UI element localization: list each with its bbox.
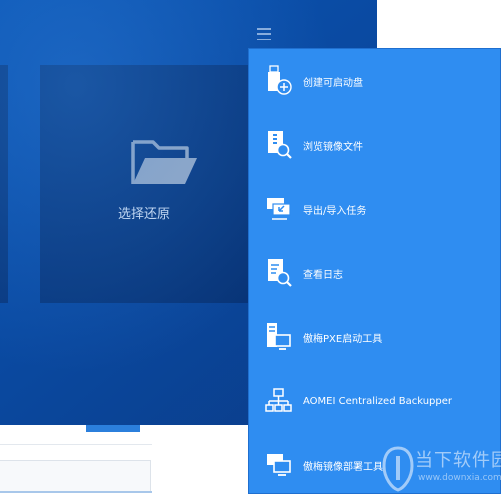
menu-item-label: 傲梅镜像部署工具 (303, 461, 383, 473)
field-underline (0, 491, 152, 493)
menu-item-browse-image[interactable]: 浏览镜像文件 (249, 125, 500, 165)
partial-button[interactable] (86, 425, 140, 432)
tile-partial-left[interactable] (0, 65, 8, 303)
folder-open-icon (131, 140, 197, 184)
menu-item-label: AOMEI Centralized Backupper (303, 395, 452, 407)
menu-item-pxe-boot-tool[interactable]: 傲梅PXE启动工具 (249, 317, 500, 357)
menu-toggle-icon[interactable] (257, 28, 271, 40)
network-topology-icon (265, 388, 292, 412)
view-log-icon (268, 259, 292, 287)
menu-item-label: 浏览镜像文件 (303, 141, 363, 153)
restore-tile-label: 选择还原 (117, 207, 170, 222)
tools-dropdown-menu: 创建可启动盘 浏览镜像文件 导出/导入任务 查看日志 傲梅PXE启动工具 AOM… (248, 48, 501, 494)
watermark-logo-icon (382, 446, 414, 492)
usb-drive-add-icon (268, 65, 292, 95)
pxe-boot-tool-icon (267, 323, 291, 350)
site-watermark: 当下软件园 www.downxia.com (378, 440, 504, 497)
browse-image-file-icon (268, 131, 292, 159)
restore-tile[interactable]: 选择还原 (40, 65, 248, 303)
divider (0, 444, 152, 445)
image-deploy-tool-icon (267, 454, 291, 476)
watermark-url: www.downxia.com (418, 473, 502, 483)
menu-item-view-log[interactable]: 查看日志 (249, 253, 500, 293)
export-import-task-icon (267, 198, 291, 220)
menu-item-create-bootable-media[interactable]: 创建可启动盘 (249, 61, 500, 101)
input-field[interactable] (0, 460, 151, 492)
menu-item-label: 创建可启动盘 (303, 77, 363, 89)
menu-item-export-import-task[interactable]: 导出/导入任务 (249, 189, 500, 229)
menu-item-label: 导出/导入任务 (303, 205, 367, 217)
menu-item-label: 傲梅PXE启动工具 (303, 333, 383, 345)
menu-item-aomei-centralized-backupper[interactable]: AOMEI Centralized Backupper (249, 381, 500, 421)
watermark-text: 当下软件园 (415, 450, 504, 471)
menu-item-label: 查看日志 (303, 269, 343, 281)
